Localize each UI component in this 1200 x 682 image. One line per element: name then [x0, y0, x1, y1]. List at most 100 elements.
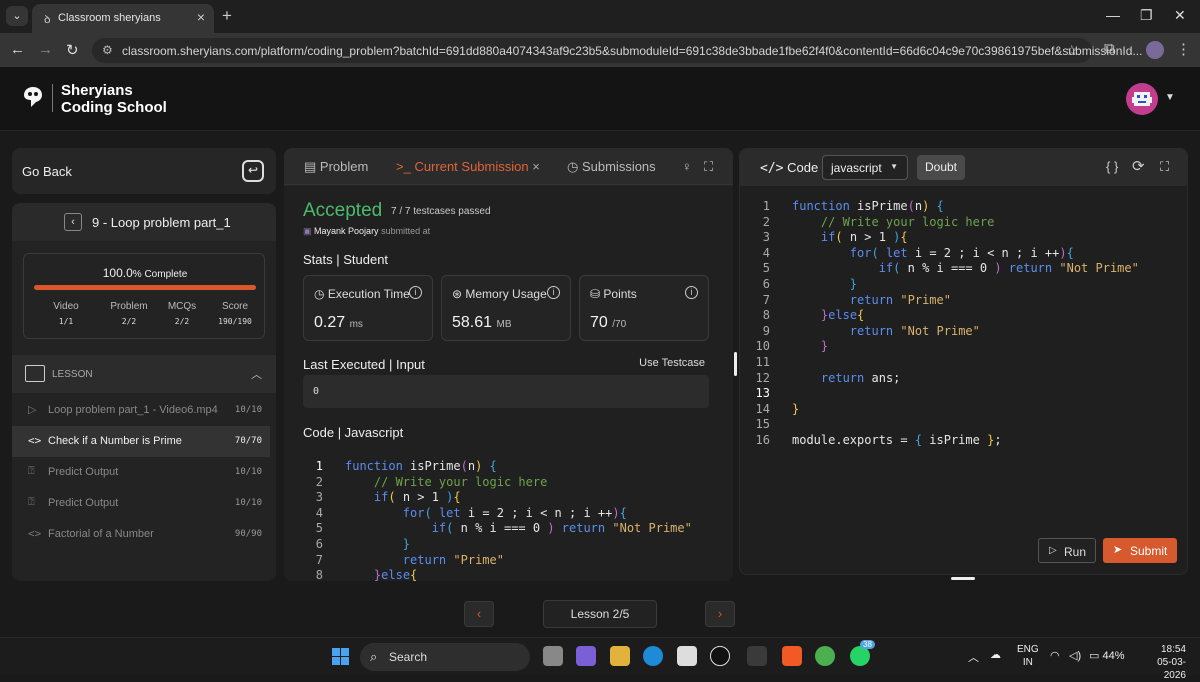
clock[interactable]: 18:54 05-03-2026: [1136, 643, 1186, 682]
user-menu-chevron-icon[interactable]: ▼: [1165, 92, 1175, 103]
line-number: 10: [755, 339, 770, 354]
editor-resize-handle[interactable]: [951, 577, 975, 580]
module-back-icon[interactable]: ‹: [64, 213, 82, 231]
lesson-label: Check if a Number is Prime: [48, 435, 182, 447]
back-arrow-icon[interactable]: ←: [10, 41, 25, 58]
previous-lesson-button[interactable]: ‹: [464, 601, 494, 627]
code-line: 13: [750, 386, 792, 402]
copilot-icon[interactable]: [576, 646, 596, 666]
browser-profile-avatar[interactable]: [1146, 41, 1164, 59]
edge-icon[interactable]: [643, 646, 663, 666]
code-line: 2 // Write your logic here: [750, 214, 995, 231]
panel-resize-handle[interactable]: [734, 352, 737, 376]
progress-percent: 100.0% Complete: [102, 266, 188, 280]
tab-current-submission[interactable]: >_ Current Submission ×: [396, 159, 540, 174]
tab-search-button[interactable]: ⌄: [6, 6, 28, 26]
submitter-avatar-icon: ▣: [303, 226, 312, 236]
status-badge: Accepted: [303, 200, 383, 221]
language-indicator[interactable]: ENG IN: [1017, 643, 1039, 669]
info-icon[interactable]: i: [685, 286, 698, 299]
restore-icon[interactable]: ❐: [1140, 7, 1153, 24]
hint-icon[interactable]: ♀: [682, 159, 692, 174]
course-sidebar: ‹ 9 - Loop problem part_1 100.0% Complet…: [12, 203, 276, 581]
tab-close-icon[interactable]: ×: [197, 9, 205, 25]
app-header: Sheryians Coding School: [0, 67, 1200, 131]
file-explorer-icon[interactable]: [610, 646, 630, 666]
taskbar-search[interactable]: ⌕ Search: [360, 643, 530, 671]
line-number: 16: [755, 433, 770, 447]
chrome-active-icon[interactable]: [747, 646, 767, 666]
site-info-icon[interactable]: ⚙: [102, 43, 113, 57]
forward-arrow-icon[interactable]: →: [38, 41, 53, 58]
code-line: 1 function isPrime(n) {: [750, 199, 944, 215]
battery-indicator[interactable]: ▭ 44%: [1089, 649, 1124, 662]
line-number: 13: [755, 386, 770, 401]
code-text: module.exports = { isPrime };: [792, 433, 1002, 447]
reset-icon[interactable]: ⟳: [1132, 157, 1145, 175]
points-card: ⛁ Points i 70 /70: [579, 275, 709, 341]
windows-start-icon[interactable]: [332, 648, 349, 665]
tab-problem[interactable]: ▤ Problem: [304, 159, 368, 175]
windows-taskbar: ⌕ Search 38 ︿ ☁ ENG IN ◠ ◁) ▭ 44% 18:54 …: [0, 637, 1200, 681]
dell-icon[interactable]: [710, 646, 730, 666]
url-bar[interactable]: ⚙ classroom.sheryians.com/platform/codin…: [92, 38, 1142, 63]
dropdown-caret-icon: ▼: [890, 162, 898, 171]
line-number: 5: [762, 261, 770, 276]
language-select[interactable]: javascript ▼: [822, 155, 908, 180]
lesson-item[interactable]: ⍰ Predict Output 10/10: [12, 457, 270, 488]
line-number: 2: [762, 214, 770, 229]
format-braces-icon[interactable]: { }: [1106, 159, 1118, 174]
browser-menu-icon[interactable]: ⋮: [1176, 40, 1191, 58]
task-view-icon[interactable]: [543, 646, 563, 666]
line-number: 1: [315, 459, 323, 473]
next-lesson-button[interactable]: ›: [705, 601, 735, 627]
info-icon[interactable]: i: [409, 286, 422, 299]
wifi-icon[interactable]: ◠: [1050, 649, 1060, 662]
user-avatar[interactable]: [1126, 83, 1158, 115]
tab-submissions[interactable]: ◷ Submissions: [567, 159, 656, 175]
brave-icon[interactable]: [782, 646, 802, 666]
code-editor[interactable]: 1 function isPrime(n) {2 // Write your lo…: [750, 199, 1180, 499]
run-button[interactable]: ▷ Run: [1038, 538, 1096, 563]
chrome-icon[interactable]: [815, 646, 835, 666]
new-tab-button[interactable]: +: [222, 6, 232, 26]
code-line: 9 return "Not Prime": [750, 324, 980, 340]
doubt-button[interactable]: Doubt: [917, 155, 965, 180]
brand-name[interactable]: Sheryians Coding School: [61, 82, 167, 116]
volume-icon[interactable]: ◁): [1069, 649, 1081, 662]
close-window-icon[interactable]: ✕: [1174, 7, 1186, 24]
lesson-item[interactable]: ⍰ Predict Output 10/10: [12, 488, 270, 519]
lesson-item[interactable]: ▷ Loop problem part_1 - Video6.mp4 10/10: [12, 395, 270, 426]
code-line: 8 }else{: [750, 308, 865, 324]
reload-icon[interactable]: ↻: [66, 41, 79, 59]
submit-button[interactable]: ➤ Submit: [1103, 538, 1177, 563]
play-icon: ▷: [1049, 545, 1057, 556]
tray-chevron-icon[interactable]: ︿: [968, 649, 979, 665]
lesson-item-active[interactable]: <> Check if a Number is Prime 70/70: [12, 426, 270, 457]
weather-icon[interactable]: ☁: [990, 648, 1001, 661]
code-line: 7 return "Prime": [303, 553, 504, 569]
extensions-icon[interactable]: ⧉: [1104, 40, 1115, 57]
info-icon[interactable]: i: [547, 286, 560, 299]
fullscreen-icon[interactable]: ⛶: [1160, 159, 1169, 175]
return-icon: ↩: [242, 160, 264, 182]
line-number: 3: [315, 490, 323, 505]
lesson-score: 10/10: [234, 467, 262, 477]
go-back-button[interactable]: Go Back ↩: [12, 148, 276, 194]
progress-card: 100.0% Complete Video 1/1 Problem 2/2 MC…: [23, 253, 265, 339]
stat-value: 0.27 ms: [314, 314, 363, 331]
lesson-item[interactable]: <> Factorial of a Number 90/90: [12, 519, 270, 550]
line-number: 1: [762, 199, 770, 213]
minimize-icon[interactable]: —: [1106, 7, 1120, 23]
browser-tab[interactable]: ꝺ Classroom sheryians ×: [32, 4, 214, 33]
fullscreen-icon[interactable]: ⛶: [704, 159, 713, 175]
submitted-code: 1 function isPrime(n) {2 // Write your lo…: [303, 459, 713, 581]
store-icon[interactable]: [677, 646, 697, 666]
stat-mcqs: MCQs 2/2: [167, 301, 197, 326]
code-line: 5 if( n % i === 0 ) return "Not Prime": [750, 261, 1139, 277]
code-text: if( n > 1 ){: [373, 490, 461, 505]
use-testcase-link[interactable]: Use Testcase: [639, 357, 705, 369]
whatsapp-icon[interactable]: 38: [850, 640, 875, 666]
bookmark-star-icon[interactable]: ☆: [1065, 42, 1078, 59]
lesson-section-toggle[interactable]: LESSON ︿: [12, 355, 276, 393]
